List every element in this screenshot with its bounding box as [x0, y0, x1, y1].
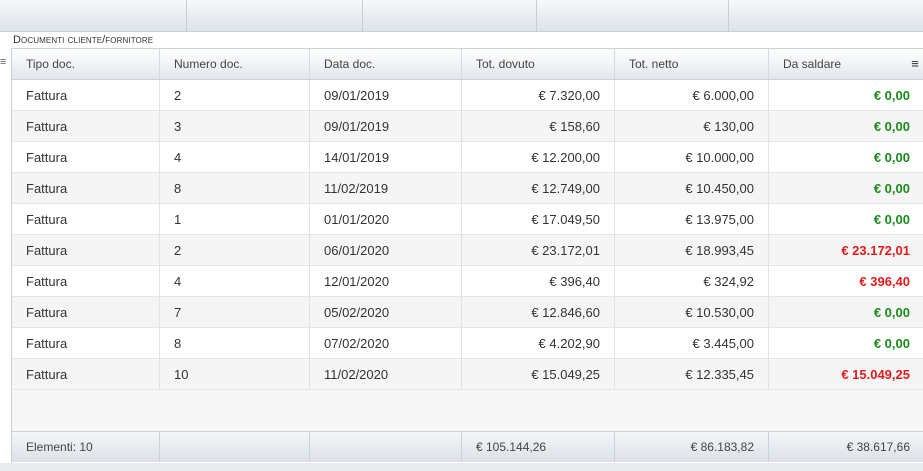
cell-data-doc: 09/01/2019: [310, 80, 462, 110]
cell-da-saldare: € 396,40: [859, 273, 910, 289]
cell-tot-netto: € 6.000,00: [615, 80, 769, 110]
documents-grid: Tipo doc. Numero doc. Data doc. Tot. dov…: [11, 48, 923, 463]
cell-numero-doc: 1: [160, 204, 310, 234]
cell-tot-dovuto: € 23.172,01: [462, 235, 615, 265]
cell-numero-doc: 8: [160, 173, 310, 203]
column-header-tot-dovuto[interactable]: Tot. dovuto: [462, 49, 615, 79]
column-header-tot-netto[interactable]: Tot. netto: [615, 49, 769, 79]
cell-tipo-doc: Fattura: [12, 328, 160, 358]
hamburger-menu-icon[interactable]: ≡: [908, 57, 922, 71]
footer-da-saldare: € 38.617,66: [846, 440, 910, 454]
footer-count: Elementi: 10: [12, 432, 160, 462]
footer-empty: [160, 432, 310, 462]
grid-header: Tipo doc. Numero doc. Data doc. Tot. dov…: [12, 49, 923, 80]
column-header-data-doc[interactable]: Data doc.: [310, 49, 462, 79]
cell-data-doc: 06/01/2020: [310, 235, 462, 265]
cell-numero-doc: 3: [160, 111, 310, 141]
cell-da-saldare: € 0,00: [873, 304, 910, 320]
column-header-tipo-doc[interactable]: Tipo doc.: [12, 49, 160, 79]
cell-data-doc: 01/01/2020: [310, 204, 462, 234]
cell-da-saldare: € 0,00: [873, 335, 910, 351]
footer-tot-dovuto: € 105.144,26: [462, 432, 615, 462]
toolbar-divider: [536, 0, 537, 32]
cell-data-doc: 09/01/2019: [310, 111, 462, 141]
toolbar-divider: [186, 0, 187, 32]
cell-numero-doc: 2: [160, 80, 310, 110]
cell-tot-dovuto: € 396,40: [462, 266, 615, 296]
cell-tot-dovuto: € 12.749,00: [462, 173, 615, 203]
cell-tipo-doc: Fattura: [12, 235, 160, 265]
cell-numero-doc: 2: [160, 235, 310, 265]
cell-tot-netto: € 324,92: [615, 266, 769, 296]
cell-data-doc: 12/01/2020: [310, 266, 462, 296]
drag-handle-icon[interactable]: ≡: [0, 57, 8, 68]
cell-da-saldare: € 0,00: [873, 118, 910, 134]
cell-da-saldare: € 23.172,01: [841, 242, 910, 258]
table-row[interactable]: Fattura 1 01/01/2020 € 17.049,50 € 13.975,00…: [12, 204, 923, 235]
cell-tot-dovuto: € 12.200,00: [462, 142, 615, 172]
cell-numero-doc: 7: [160, 297, 310, 327]
cell-tot-dovuto: € 15.049,25: [462, 359, 615, 389]
cell-data-doc: 11/02/2019: [310, 173, 462, 203]
cell-numero-doc: 4: [160, 142, 310, 172]
cell-numero-doc: 8: [160, 328, 310, 358]
cell-tot-netto: € 10.530,00: [615, 297, 769, 327]
cell-tot-dovuto: € 4.202,90: [462, 328, 615, 358]
table-row[interactable]: Fattura 4 12/01/2020 € 396,40 € 324,92 € 396,…: [12, 266, 923, 297]
table-row[interactable]: Fattura 10 11/02/2020 € 15.049,25 € 12.335,4…: [12, 359, 923, 390]
section-title: Documenti cliente/fornitore: [13, 34, 154, 46]
cell-da-saldare: € 0,00: [873, 87, 910, 103]
cell-tot-netto: € 130,00: [615, 111, 769, 141]
footer-empty: [310, 432, 462, 462]
cell-tot-dovuto: € 158,60: [462, 111, 615, 141]
table-row[interactable]: Fattura 7 05/02/2020 € 12.846,60 € 10.530,00…: [12, 297, 923, 328]
cell-data-doc: 05/02/2020: [310, 297, 462, 327]
cell-numero-doc: 4: [160, 266, 310, 296]
grid-footer: Elementi: 10 € 105.144,26 € 86.183,82 € …: [12, 431, 923, 462]
cell-data-doc: 14/01/2019: [310, 142, 462, 172]
table-row[interactable]: Fattura 2 09/01/2019 € 7.320,00 € 6.000,00 € …: [12, 80, 923, 111]
cell-tot-netto: € 13.975,00: [615, 204, 769, 234]
cell-tot-netto: € 3.445,00: [615, 328, 769, 358]
table-row[interactable]: Fattura 3 09/01/2019 € 158,60 € 130,00 € 0,00: [12, 111, 923, 142]
table-row[interactable]: Fattura 8 07/02/2020 € 4.202,90 € 3.445,00 € …: [12, 328, 923, 359]
column-header-numero-doc[interactable]: Numero doc.: [160, 49, 310, 79]
cell-data-doc: 11/02/2020: [310, 359, 462, 389]
cell-data-doc: 07/02/2020: [310, 328, 462, 358]
cell-tot-netto: € 10.000,00: [615, 142, 769, 172]
cell-tipo-doc: Fattura: [12, 142, 160, 172]
cell-tipo-doc: Fattura: [12, 359, 160, 389]
table-row[interactable]: Fattura 4 14/01/2019 € 12.200,00 € 10.000,00…: [12, 142, 923, 173]
bottom-strip: [0, 463, 923, 471]
top-toolbar: [0, 0, 923, 32]
cell-tipo-doc: Fattura: [12, 111, 160, 141]
cell-tot-netto: € 10.450,00: [615, 173, 769, 203]
cell-tipo-doc: Fattura: [12, 266, 160, 296]
cell-da-saldare: € 0,00: [873, 211, 910, 227]
cell-da-saldare: € 0,00: [873, 180, 910, 196]
cell-tot-dovuto: € 17.049,50: [462, 204, 615, 234]
cell-tot-dovuto: € 12.846,60: [462, 297, 615, 327]
table-row[interactable]: Fattura 8 11/02/2019 € 12.749,00 € 10.450,00…: [12, 173, 923, 204]
cell-tipo-doc: Fattura: [12, 204, 160, 234]
cell-tipo-doc: Fattura: [12, 297, 160, 327]
cell-da-saldare: € 15.049,25: [841, 366, 910, 382]
column-header-da-saldare[interactable]: Da saldare ≡: [769, 49, 923, 79]
cell-tipo-doc: Fattura: [12, 173, 160, 203]
column-header-label: Da saldare: [783, 57, 842, 71]
cell-numero-doc: 10: [160, 359, 310, 389]
toolbar-divider: [728, 0, 729, 32]
cell-da-saldare: € 0,00: [873, 149, 910, 165]
toolbar-divider: [362, 0, 363, 32]
cell-tipo-doc: Fattura: [12, 80, 160, 110]
cell-tot-netto: € 18.993,45: [615, 235, 769, 265]
table-row[interactable]: Fattura 2 06/01/2020 € 23.172,01 € 18.993,45…: [12, 235, 923, 266]
cell-tot-dovuto: € 7.320,00: [462, 80, 615, 110]
grid-empty-area: [12, 390, 923, 431]
cell-tot-netto: € 12.335,45: [615, 359, 769, 389]
footer-tot-netto: € 86.183,82: [615, 432, 769, 462]
